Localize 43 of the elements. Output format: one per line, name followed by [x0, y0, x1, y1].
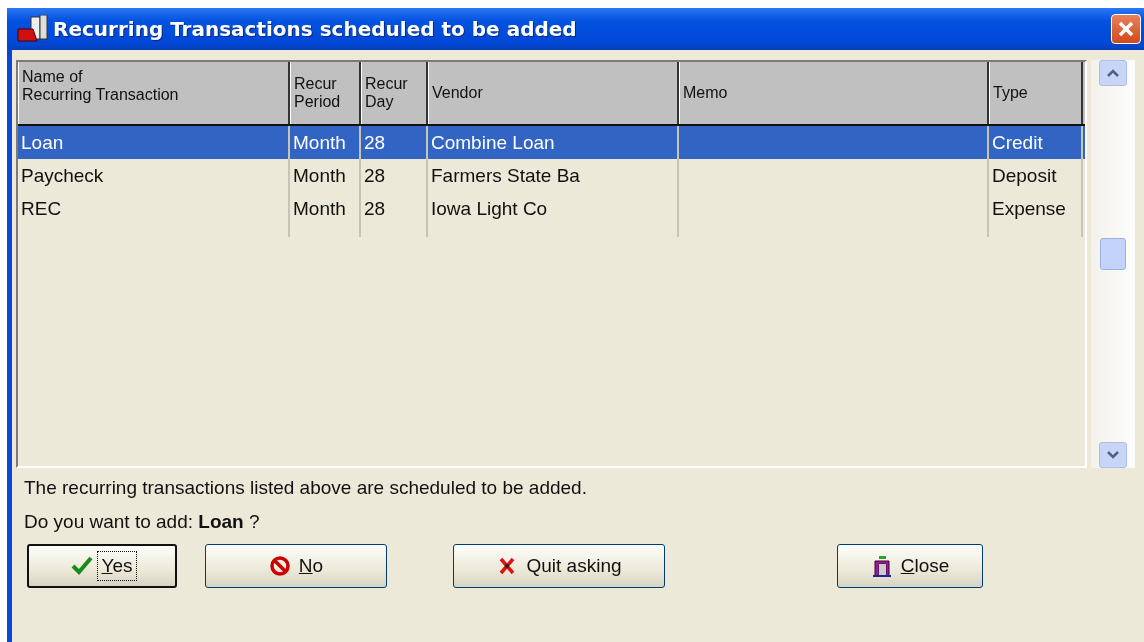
table-cell: Expense	[992, 198, 1066, 219]
table-cell: Month	[293, 132, 346, 153]
column-header[interactable]: Recur Period	[290, 62, 361, 124]
close-button[interactable]: Close	[837, 544, 983, 588]
table-cell: 28	[364, 165, 386, 186]
table-cell: 28	[364, 132, 386, 153]
no-button[interactable]: No	[205, 544, 387, 588]
vertical-scrollbar[interactable]	[1091, 60, 1135, 468]
table-cell: Month	[293, 165, 346, 186]
column-header[interactable]: Type	[989, 62, 1083, 124]
close-button[interactable]	[1111, 14, 1141, 44]
check-icon	[71, 555, 94, 577]
yes-button[interactable]: Yes	[27, 544, 177, 588]
app-icon	[17, 15, 49, 43]
column-header[interactable]: Vendor	[428, 62, 679, 124]
table-cell: Farmers State Ba	[431, 165, 580, 186]
no-entry-icon	[268, 555, 291, 577]
table-cell: 28	[364, 198, 386, 219]
chevron-down-icon	[1107, 451, 1119, 459]
scroll-thumb[interactable]	[1100, 238, 1126, 270]
info-message: The recurring transactions listed above are scheduled to be added.	[23, 476, 588, 500]
quit-button[interactable]: Quit asking	[453, 544, 665, 588]
table-cell: Deposit	[992, 165, 1057, 186]
window-title: Recurring Transactions scheduled to be added	[53, 17, 578, 41]
table-cell: Credit	[992, 132, 1043, 153]
question-text: Do you want to add: Loan ?	[23, 510, 261, 534]
table-row[interactable]: Loan Month 28 Combine Loan Credit	[18, 126, 1085, 159]
table-cell: REC	[21, 198, 62, 219]
scroll-up-button[interactable]	[1099, 60, 1127, 86]
scroll-down-button[interactable]	[1099, 442, 1127, 468]
door-figure-icon	[870, 555, 893, 577]
table-cell: Month	[293, 198, 346, 219]
table-cell: Combine Loan	[431, 132, 555, 153]
chevron-up-icon	[1107, 69, 1119, 77]
column-header[interactable]: Recur Day	[361, 62, 428, 124]
column-header[interactable]: Memo	[679, 62, 989, 124]
table-cell: Iowa Light Co	[431, 198, 548, 219]
table-row[interactable]: Paycheck Month 28 Farmers State Ba Deposit	[18, 159, 1085, 192]
table-cell: Paycheck	[21, 165, 104, 186]
table-row[interactable]: REC Month 28 Iowa Light Co Expense	[18, 192, 1085, 225]
column-header[interactable]: Name of Recurring Transaction	[18, 62, 290, 124]
close-icon	[1116, 19, 1136, 39]
table-cell: Loan	[21, 132, 64, 153]
